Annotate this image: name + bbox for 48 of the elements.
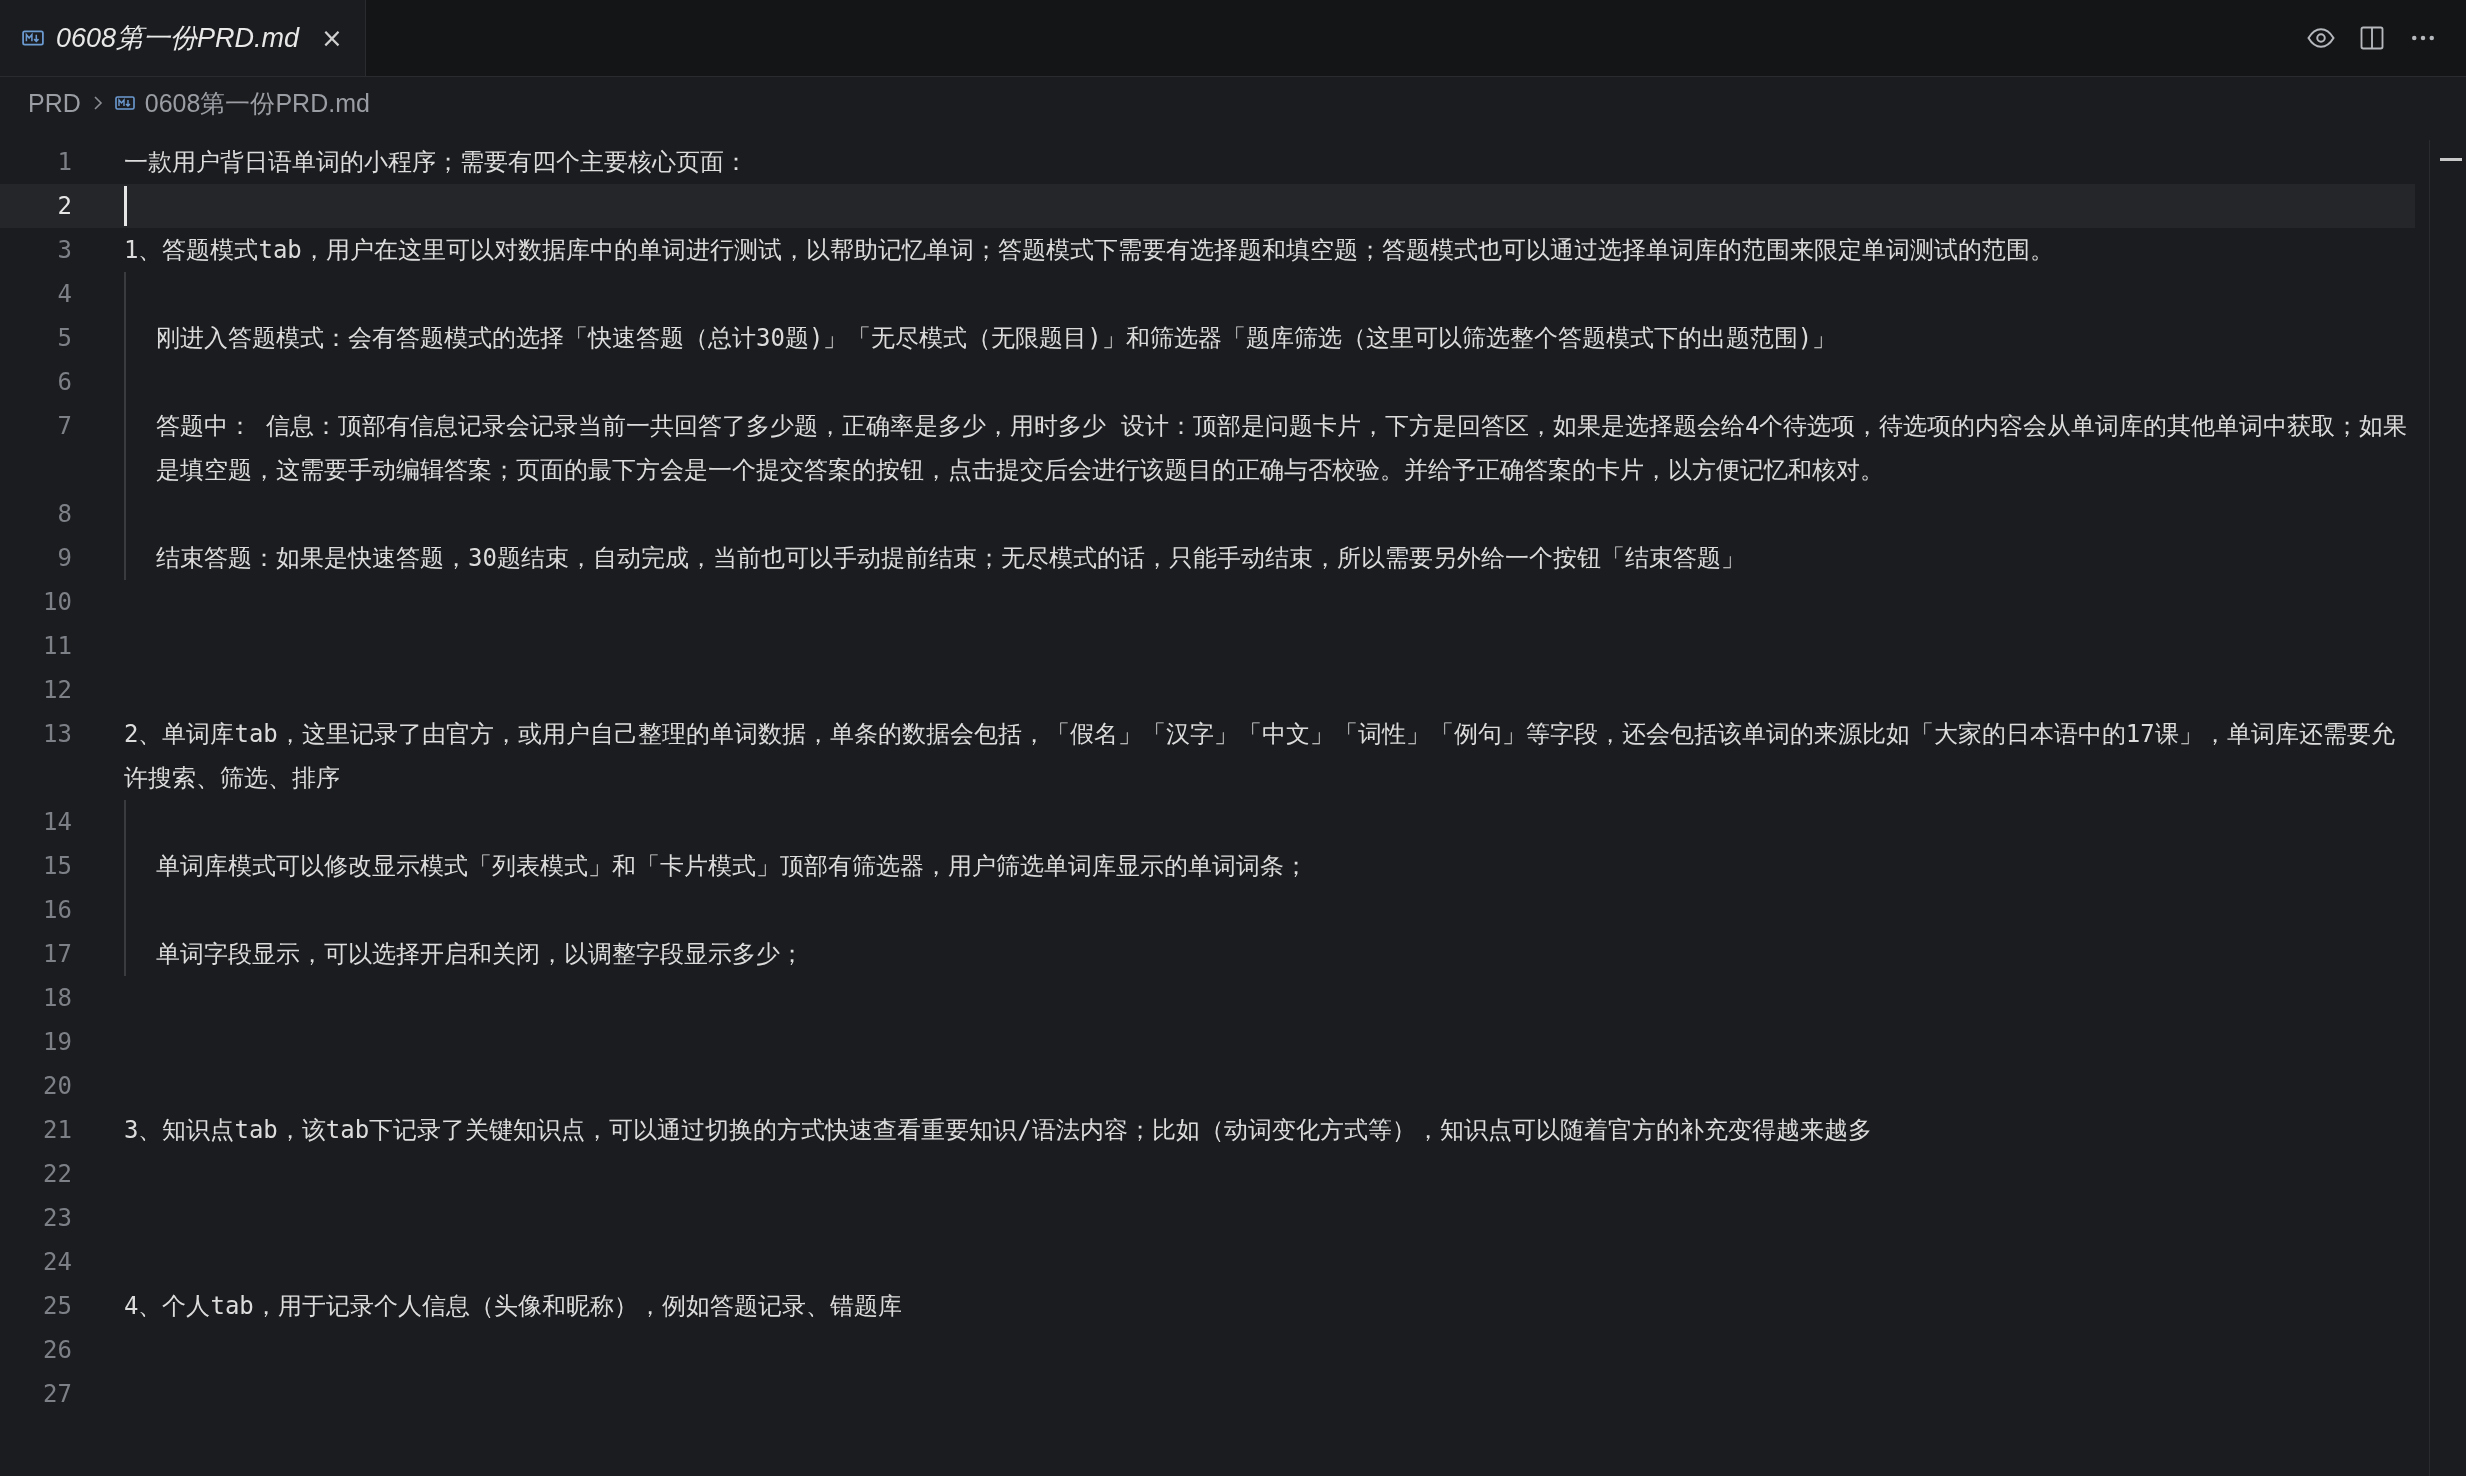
tab-title: 0608第一份PRD.md <box>56 22 300 55</box>
breadcrumb-item[interactable]: 0608第一份PRD.md <box>144 86 370 120</box>
line-number: 7 <box>56 411 72 442</box>
line-number: 19 <box>42 1027 72 1058</box>
line-number: 21 <box>42 1115 72 1146</box>
chevron-right-icon <box>92 95 103 111</box>
split-editor-icon[interactable] <box>2358 24 2386 52</box>
line-number: 24 <box>42 1247 72 1278</box>
line-number: 17 <box>42 939 72 970</box>
line-number: 23 <box>42 1203 72 1234</box>
line-number: 11 <box>42 631 72 662</box>
editor-tab[interactable]: 0608第一份PRD.md × <box>0 0 366 76</box>
breadcrumb-item[interactable]: PRD <box>28 88 81 118</box>
line-number: 4 <box>56 279 72 310</box>
text-line: 单词库模式可以修改显示模式「列表模式」和「卡片模式」顶部有筛选器，用户筛选单词库显示的单词词条； <box>156 851 1308 882</box>
text-line: 4、个人tab，用于记录个人信息（头像和昵称），例如答题记录、错题库 <box>124 1291 902 1322</box>
text-line: 3、知识点tab，该tab下记录了关键知识点，可以通过切换的方式快速查看重要知识/语法内容；比如（动词变化方式等），知识点可以随着官方的补充变得越来越多 <box>124 1115 1872 1146</box>
close-tab-button[interactable]: × <box>321 23 343 53</box>
line-number: 14 <box>42 807 72 838</box>
line-number: 12 <box>42 675 72 706</box>
line-number: 27 <box>42 1379 72 1410</box>
line-number: 1 <box>56 147 72 178</box>
text-line: 2、单词库tab，这里记录了由官方，或用户自己整理的单词数据，单条的数据会包括，「假名」「汉字」「中文」「词性」「例句」等字段，还会包括该单词的来源比如「大家的日本语中的17课」，单词库还需要允许搜索、筛选、排序 <box>124 719 2396 794</box>
line-number: 9 <box>56 543 72 574</box>
text-line: 结束答题：如果是快速答题，30题结束，自动完成，当前也可以手动提前结束；无尽模式的话，只能手动结束，所以需要另外给一个按钮「结束答题」 <box>156 543 1745 574</box>
line-number: 18 <box>42 983 72 1014</box>
line-number: 6 <box>56 367 72 398</box>
text-line: 1、答题模式tab，用户在这里可以对数据库中的单词进行测试，以帮助记忆单词；答题模式下需要有选择题和填空题；答题模式也可以通过选择单词库的范围来限定单词测试的范围。 <box>124 235 2054 266</box>
text-cursor <box>124 186 127 226</box>
text-line: 一款用户背日语单词的小程序；需要有四个主要核心页面： <box>124 147 748 178</box>
line-number: 20 <box>42 1071 72 1102</box>
line-number: 15 <box>42 851 72 882</box>
line-number: 5 <box>56 323 72 354</box>
line-number: 13 <box>42 719 72 750</box>
markdown-file-icon <box>22 30 44 46</box>
text-line: 答题中： 信息：顶部有信息记录会记录当前一共回答了多少题，正确率是多少，用时多少 设计：顶部是问题卡片，下方是回答区，如果是选择题会给4个待选项，待选项的内容会从单词库的其他单词中获取；如果是填空题，这需要手动编辑答案；页面的最下方会是一个提交答案的按钮，点击提交后会进行该题目的正确与否校验。并给予正确答案的卡片，以方便记忆和核对。 <box>156 411 2409 486</box>
line-number: 22 <box>42 1159 72 1190</box>
line-number: 3 <box>56 235 72 266</box>
text-line: 刚进入答题模式：会有答题模式的选择「快速答题（总计30题)」「无尽模式（无限题目)」和筛选器「题库筛选（这里可以筛选整个答题模式下的出题范围)」 <box>156 323 1837 354</box>
line-number: 10 <box>42 587 72 618</box>
line-number: 25 <box>42 1291 72 1322</box>
markdown-file-icon <box>114 96 135 110</box>
line-number: 26 <box>42 1335 72 1366</box>
overview-ruler-mark <box>2440 158 2462 161</box>
line-number: 16 <box>42 895 72 926</box>
line-number: 8 <box>56 499 72 530</box>
text-line: 单词字段显示，可以选择开启和关闭，以调整字段显示多少； <box>156 939 804 970</box>
line-number: 2 <box>56 191 72 222</box>
